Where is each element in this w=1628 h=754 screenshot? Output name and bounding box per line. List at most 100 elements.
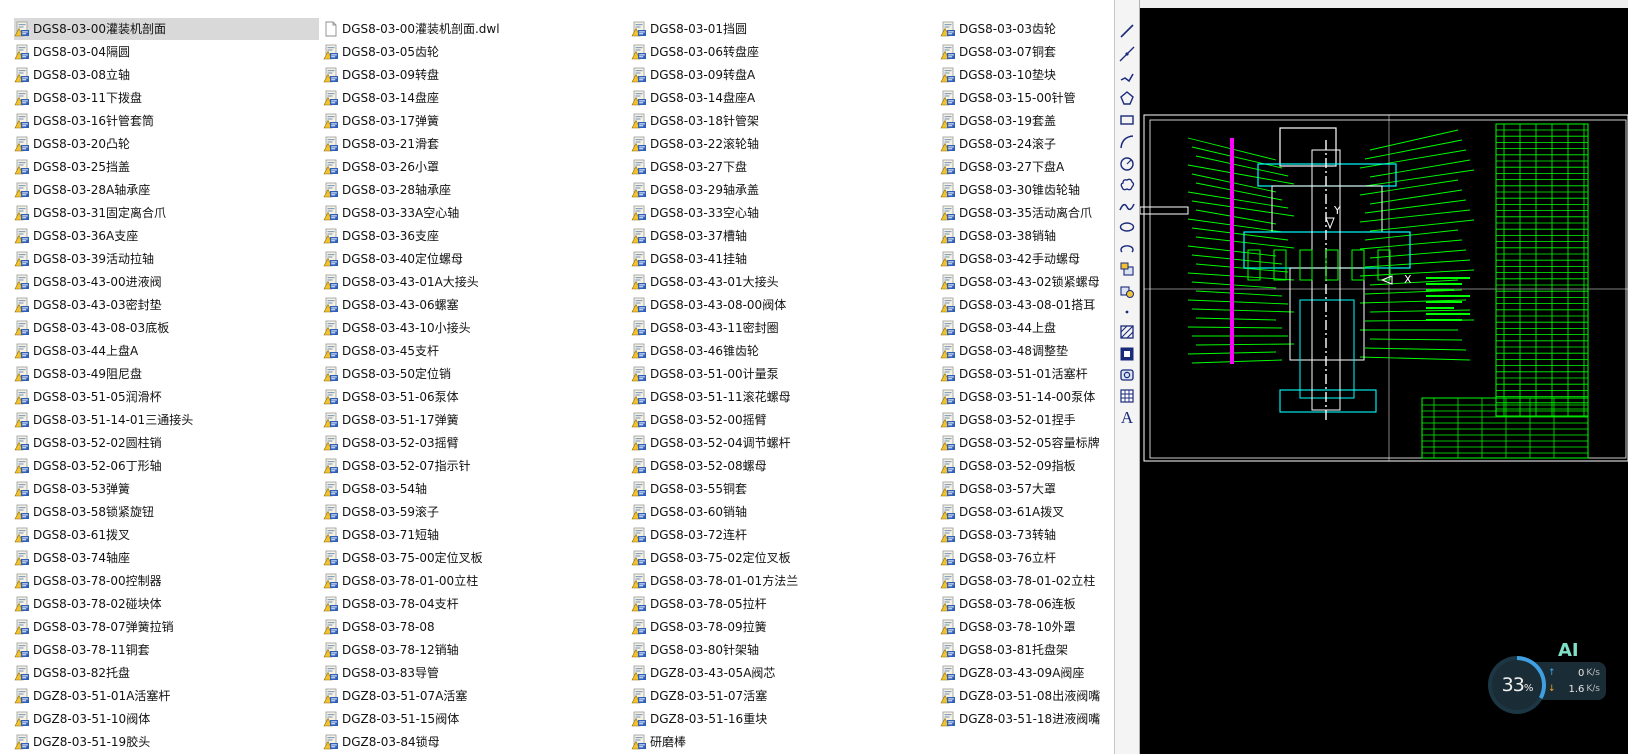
file-item[interactable]: DGZ8-03-51-07A活塞 [323,685,628,707]
file-item[interactable]: DGS8-03-16针管套筒 [14,110,319,132]
file-item[interactable]: DGS8-03-05齿轮 [323,41,628,63]
file-item[interactable]: DGS8-03-83导管 [323,662,628,684]
file-item[interactable]: DGZ8-03-51-19胶头 [14,731,319,753]
file-item[interactable]: DGS8-03-54轴 [323,478,628,500]
line-tool-icon[interactable] [1118,22,1136,40]
file-item[interactable]: DGS8-03-29轴承盖 [631,179,936,201]
file-item[interactable]: DGS8-03-55铜套 [631,478,936,500]
file-item[interactable]: DGS8-03-52-01捏手 [940,409,1110,431]
file-item[interactable]: DGZ8-03-51-10阀体 [14,708,319,730]
file-item[interactable]: DGS8-03-06转盘座 [631,41,936,63]
arc-tool-icon[interactable] [1118,133,1136,151]
file-item[interactable]: DGS8-03-78-01-00立柱 [323,570,628,592]
file-item[interactable]: DGS8-03-52-00摇臂 [631,409,936,431]
circle-tool-icon[interactable] [1118,155,1136,173]
file-item[interactable]: DGS8-03-60销轴 [631,501,936,523]
file-item[interactable]: DGS8-03-27下盘 [631,156,936,178]
file-item[interactable]: DGS8-03-73转轴 [940,524,1110,546]
file-item[interactable]: DGS8-03-61A拨叉 [940,501,1110,523]
revision-cloud-tool-icon[interactable] [1118,176,1136,194]
file-item[interactable]: DGS8-03-52-09指板 [940,455,1110,477]
file-item[interactable]: DGZ8-03-51-01A活塞杆 [14,685,319,707]
file-item[interactable]: DGS8-03-49阻尼盘 [14,363,319,385]
network-monitor-widget[interactable]: AI ↑ 0 K/s ↓ 1.6 K/s 33% [1488,640,1608,716]
file-item[interactable]: DGS8-03-24滚子 [940,133,1110,155]
file-item[interactable]: DGS8-03-44上盘A [14,340,319,362]
table-tool-icon[interactable] [1118,387,1136,405]
file-item[interactable]: DGS8-03-43-01A大接头 [323,271,628,293]
file-item[interactable]: DGS8-03-01挡圆 [631,18,936,40]
file-item[interactable]: DGS8-03-59滚子 [323,501,628,523]
file-item[interactable]: DGS8-03-51-05润滑杯 [14,386,319,408]
file-item[interactable]: DGS8-03-35活动离合爪 [940,202,1110,224]
file-item[interactable]: DGZ8-03-51-07活塞 [631,685,936,707]
file-item[interactable]: DGS8-03-80针架轴 [631,639,936,661]
file-item[interactable]: DGS8-03-14盘座A [631,87,936,109]
construction-line-tool-icon[interactable] [1118,45,1136,63]
file-item[interactable]: DGS8-03-78-06连板 [940,593,1110,615]
file-item[interactable]: DGS8-03-53弹簧 [14,478,319,500]
file-item[interactable]: DGZ8-03-43-05A阀芯 [631,662,936,684]
file-item[interactable]: DGS8-03-51-11滚花螺母 [631,386,936,408]
file-item[interactable]: DGS8-03-78-08 [323,616,628,638]
file-item[interactable]: DGS8-03-07铜套 [940,41,1110,63]
file-item[interactable]: DGS8-03-78-02碰块体 [14,593,319,615]
file-item[interactable]: DGS8-03-15-00针管 [940,87,1110,109]
file-item[interactable]: DGS8-03-76立杆 [940,547,1110,569]
file-item[interactable]: DGS8-03-51-01活塞杆 [940,363,1110,385]
file-item[interactable]: DGS8-03-78-01-01方法兰 [631,570,936,592]
file-item[interactable]: DGS8-03-78-01-02立柱 [940,570,1110,592]
file-item[interactable]: DGS8-03-36支座 [323,225,628,247]
file-item[interactable]: DGS8-03-26小罩 [323,156,628,178]
file-item[interactable]: DGS8-03-03齿轮 [940,18,1110,40]
file-item[interactable]: DGS8-03-43-03密封垫 [14,294,319,316]
file-item[interactable]: DGS8-03-52-08螺母 [631,455,936,477]
file-item[interactable]: DGS8-03-50定位销 [323,363,628,385]
file-item[interactable]: DGS8-03-20凸轮 [14,133,319,155]
file-item[interactable]: DGS8-03-43-01大接头 [631,271,936,293]
file-item[interactable]: DGS8-03-33A空心轴 [323,202,628,224]
polyline-tool-icon[interactable] [1118,67,1136,85]
ellipse-arc-tool-icon[interactable] [1118,240,1136,258]
file-item[interactable]: DGS8-03-78-09拉簧 [631,616,936,638]
file-item[interactable]: DGS8-03-39活动拉轴 [14,248,319,270]
file-item[interactable]: DGS8-03-51-14-01三通接头 [14,409,319,431]
file-item[interactable]: DGS8-03-14盘座 [323,87,628,109]
file-item[interactable]: DGS8-03-75-00定位叉板 [323,547,628,569]
file-item[interactable]: DGS8-03-78-10外罩 [940,616,1110,638]
file-item[interactable]: DGS8-03-82托盘 [14,662,319,684]
file-item[interactable]: DGS8-03-43-02锁紧螺母 [940,271,1110,293]
region-tool-icon[interactable] [1118,366,1136,384]
file-item[interactable]: DGS8-03-78-00控制器 [14,570,319,592]
make-block-tool-icon[interactable] [1118,282,1136,300]
file-item[interactable]: DGS8-03-18针管架 [631,110,936,132]
file-item[interactable]: DGS8-03-25挡盖 [14,156,319,178]
file-item[interactable]: DGS8-03-21滑套 [323,133,628,155]
file-item[interactable]: 研磨棒 [631,731,936,753]
file-item[interactable]: DGS8-03-78-07弹簧拉销 [14,616,319,638]
file-item[interactable]: DGS8-03-43-08-03底板 [14,317,319,339]
file-item[interactable]: DGS8-03-09转盘A [631,64,936,86]
file-item[interactable]: DGS8-03-30锥齿轮轴 [940,179,1110,201]
polygon-tool-icon[interactable] [1118,89,1136,107]
file-item[interactable]: DGS8-03-78-05拉杆 [631,593,936,615]
file-item[interactable]: DGZ8-03-84锁母 [323,731,628,753]
file-item[interactable]: DGS8-03-81托盘架 [940,639,1110,661]
file-item[interactable]: DGS8-03-51-00计量泵 [631,363,936,385]
file-item[interactable]: DGS8-03-52-06丁形轴 [14,455,319,477]
file-item[interactable]: DGS8-03-44上盘 [940,317,1110,339]
file-item[interactable]: DGS8-03-00灌装机剖面 [14,18,319,40]
file-item[interactable]: DGS8-03-52-03摇臂 [323,432,628,454]
file-item[interactable]: DGS8-03-52-02圆柱销 [14,432,319,454]
file-item[interactable]: DGS8-03-19套盖 [940,110,1110,132]
file-item[interactable]: DGS8-03-78-11铜套 [14,639,319,661]
file-item[interactable]: DGS8-03-51-06泵体 [323,386,628,408]
file-item[interactable]: DGS8-03-11下拨盘 [14,87,319,109]
file-item[interactable]: DGS8-03-74轴座 [14,547,319,569]
file-item[interactable]: DGS8-03-42手动螺母 [940,248,1110,270]
file-item[interactable]: DGZ8-03-51-18进液阀嘴 [940,708,1110,730]
file-item[interactable]: DGS8-03-17弹簧 [323,110,628,132]
point-tool-icon[interactable] [1118,303,1136,321]
file-item[interactable]: DGS8-03-28A轴承座 [14,179,319,201]
file-item[interactable]: DGS8-03-28轴承座 [323,179,628,201]
